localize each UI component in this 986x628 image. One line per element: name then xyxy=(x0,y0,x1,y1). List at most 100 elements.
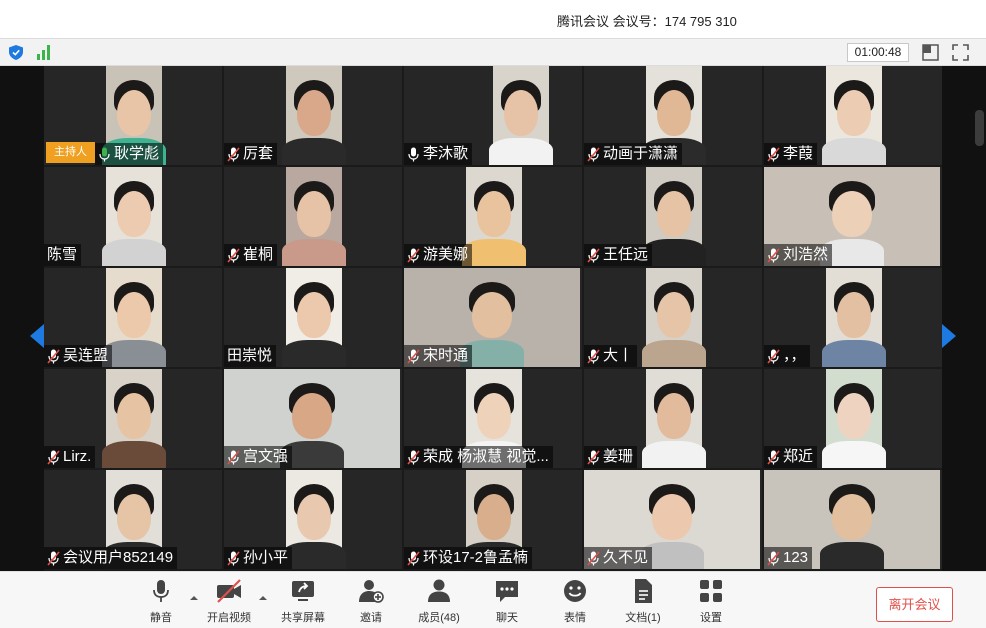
participant-name: 动画于潇潇 xyxy=(603,145,679,162)
participant-name: 久不见 xyxy=(603,549,649,566)
participant-tile[interactable]: 李沐歌 xyxy=(404,66,582,165)
participant-name: 刘浩然 xyxy=(783,246,829,263)
participant-tile[interactable]: ，， xyxy=(764,268,942,367)
participant-video xyxy=(282,470,346,569)
chat-label: 聊天 xyxy=(496,612,518,624)
person-shoulders xyxy=(822,340,886,367)
participant-tile[interactable]: Lirz. xyxy=(44,369,222,468)
person-shoulders xyxy=(489,138,553,165)
participant-tile[interactable]: 李葭 xyxy=(764,66,942,165)
person-face xyxy=(657,90,691,136)
participant-tile[interactable]: 陈雪 xyxy=(44,167,222,266)
participant-tile[interactable]: 郑近 xyxy=(764,369,942,468)
person-face xyxy=(837,90,871,136)
participant-tile[interactable]: 会议用户852149 xyxy=(44,470,222,569)
audio-options-caret-icon[interactable] xyxy=(190,594,198,602)
person-face xyxy=(297,292,331,338)
microphone-muted-icon xyxy=(767,449,780,465)
participant-name-tag: 宋时通 xyxy=(404,345,473,367)
participant-name: 荣成 杨淑慧 视觉... xyxy=(423,448,549,465)
participant-tile[interactable]: 游美娜 xyxy=(404,167,582,266)
meeting-toolbar: 静音 开启视频 共享屏幕 邀请 成员(48) 聊天 表情 文档(1) 设置 离开… xyxy=(0,571,986,628)
person-face xyxy=(477,191,511,237)
documents-button[interactable]: 文档(1) xyxy=(613,578,673,626)
start-video-button[interactable]: 开启视频 xyxy=(199,578,259,626)
share-screen-icon xyxy=(292,581,314,601)
person-shoulders xyxy=(822,441,886,468)
participant-tile[interactable]: 宋时通 xyxy=(404,268,582,367)
signal-strength-icon[interactable] xyxy=(36,44,52,60)
microphone-muted-icon xyxy=(407,348,420,364)
smiley-face-icon xyxy=(564,580,586,602)
participant-tile[interactable]: 123 xyxy=(764,470,942,569)
microphone-muted-icon xyxy=(767,146,780,162)
participant-name: 厉套 xyxy=(243,145,274,162)
participant-tile[interactable]: 荣成 杨淑慧 视觉... xyxy=(404,369,582,468)
person-face xyxy=(832,494,872,540)
leave-meeting-button[interactable]: 离开会议 xyxy=(876,587,953,622)
participant-tile[interactable]: 田崇悦 xyxy=(224,268,402,367)
participant-name: 环设17-2鲁孟楠 xyxy=(423,549,529,566)
participant-tile[interactable]: 吴连盟 xyxy=(44,268,222,367)
chat-icon xyxy=(496,581,518,602)
fullscreen-icon[interactable] xyxy=(952,44,969,61)
host-badge: 主持人 xyxy=(46,142,95,163)
chat-button[interactable]: 聊天 xyxy=(477,578,537,626)
reactions-label: 表情 xyxy=(564,612,586,624)
previous-page-arrow-icon[interactable] xyxy=(30,298,44,374)
person-face xyxy=(117,292,151,338)
person-face xyxy=(657,191,691,237)
microphone-muted-icon xyxy=(587,146,600,162)
participant-tile[interactable]: 大丨 xyxy=(584,268,762,367)
participant-name: 王任远 xyxy=(603,246,649,263)
participant-tile[interactable]: 动画于潇潇 xyxy=(584,66,762,165)
participant-name: 姜珊 xyxy=(603,448,634,465)
participant-name-tag: 荣成 杨淑慧 视觉... xyxy=(404,446,553,468)
person-shoulders xyxy=(820,542,884,569)
participant-tile[interactable]: 刘浩然 xyxy=(764,167,942,266)
participant-name: 会议用户852149 xyxy=(63,549,174,566)
start-video-label: 开启视频 xyxy=(207,612,251,624)
reactions-button[interactable]: 表情 xyxy=(545,578,605,626)
participant-tile[interactable]: 宫文强 xyxy=(224,369,402,468)
participant-tile[interactable]: 久不见 xyxy=(584,470,762,569)
participant-tile[interactable]: 厉套 xyxy=(224,66,402,165)
participant-tile[interactable]: 姜珊 xyxy=(584,369,762,468)
participant-name-tag: 久不见 xyxy=(584,547,653,569)
microphone-muted-icon xyxy=(587,449,600,465)
shield-icon[interactable] xyxy=(9,45,23,60)
settings-button[interactable]: 设置 xyxy=(681,578,741,626)
invite-button[interactable]: 邀请 xyxy=(341,578,401,626)
microphone-muted-icon xyxy=(587,348,600,364)
person-shoulders xyxy=(102,441,166,468)
add-user-icon xyxy=(359,580,384,603)
person-face xyxy=(117,393,151,439)
share-screen-button[interactable]: 共享屏幕 xyxy=(273,578,333,626)
person-face xyxy=(292,393,332,439)
meeting-timer: 01:00:48 xyxy=(847,43,909,62)
microphone-muted-icon xyxy=(227,247,240,263)
video-off-icon xyxy=(217,579,241,603)
next-page-arrow-icon[interactable] xyxy=(942,298,956,374)
members-button[interactable]: 成员(48) xyxy=(409,578,469,626)
participant-name: 耿学彪 xyxy=(114,145,160,162)
video-options-caret-icon[interactable] xyxy=(259,594,267,602)
microphone-muted-icon xyxy=(227,550,240,566)
participant-tile[interactable]: 崔桐 xyxy=(224,167,402,266)
participant-tile[interactable]: 环设17-2鲁孟楠 xyxy=(404,470,582,569)
person-face xyxy=(477,393,511,439)
gallery-scrollbar[interactable] xyxy=(975,110,984,146)
participant-tile[interactable]: 孙小平 xyxy=(224,470,402,569)
participant-tile[interactable]: 王任远 xyxy=(584,167,762,266)
participant-name-tag: 王任远 xyxy=(584,244,653,266)
participant-name-tag: 宫文强 xyxy=(224,446,293,468)
layout-switch-icon[interactable] xyxy=(922,44,939,61)
participant-video xyxy=(642,167,706,266)
mute-button[interactable]: 静音 xyxy=(131,578,191,626)
participant-tile[interactable]: 主持人 耿学彪 xyxy=(44,66,222,165)
person-face xyxy=(652,494,692,540)
participant-name: Lirz. xyxy=(63,448,92,465)
person-face xyxy=(657,393,691,439)
person-face xyxy=(837,393,871,439)
participant-name: 大丨 xyxy=(603,347,634,364)
